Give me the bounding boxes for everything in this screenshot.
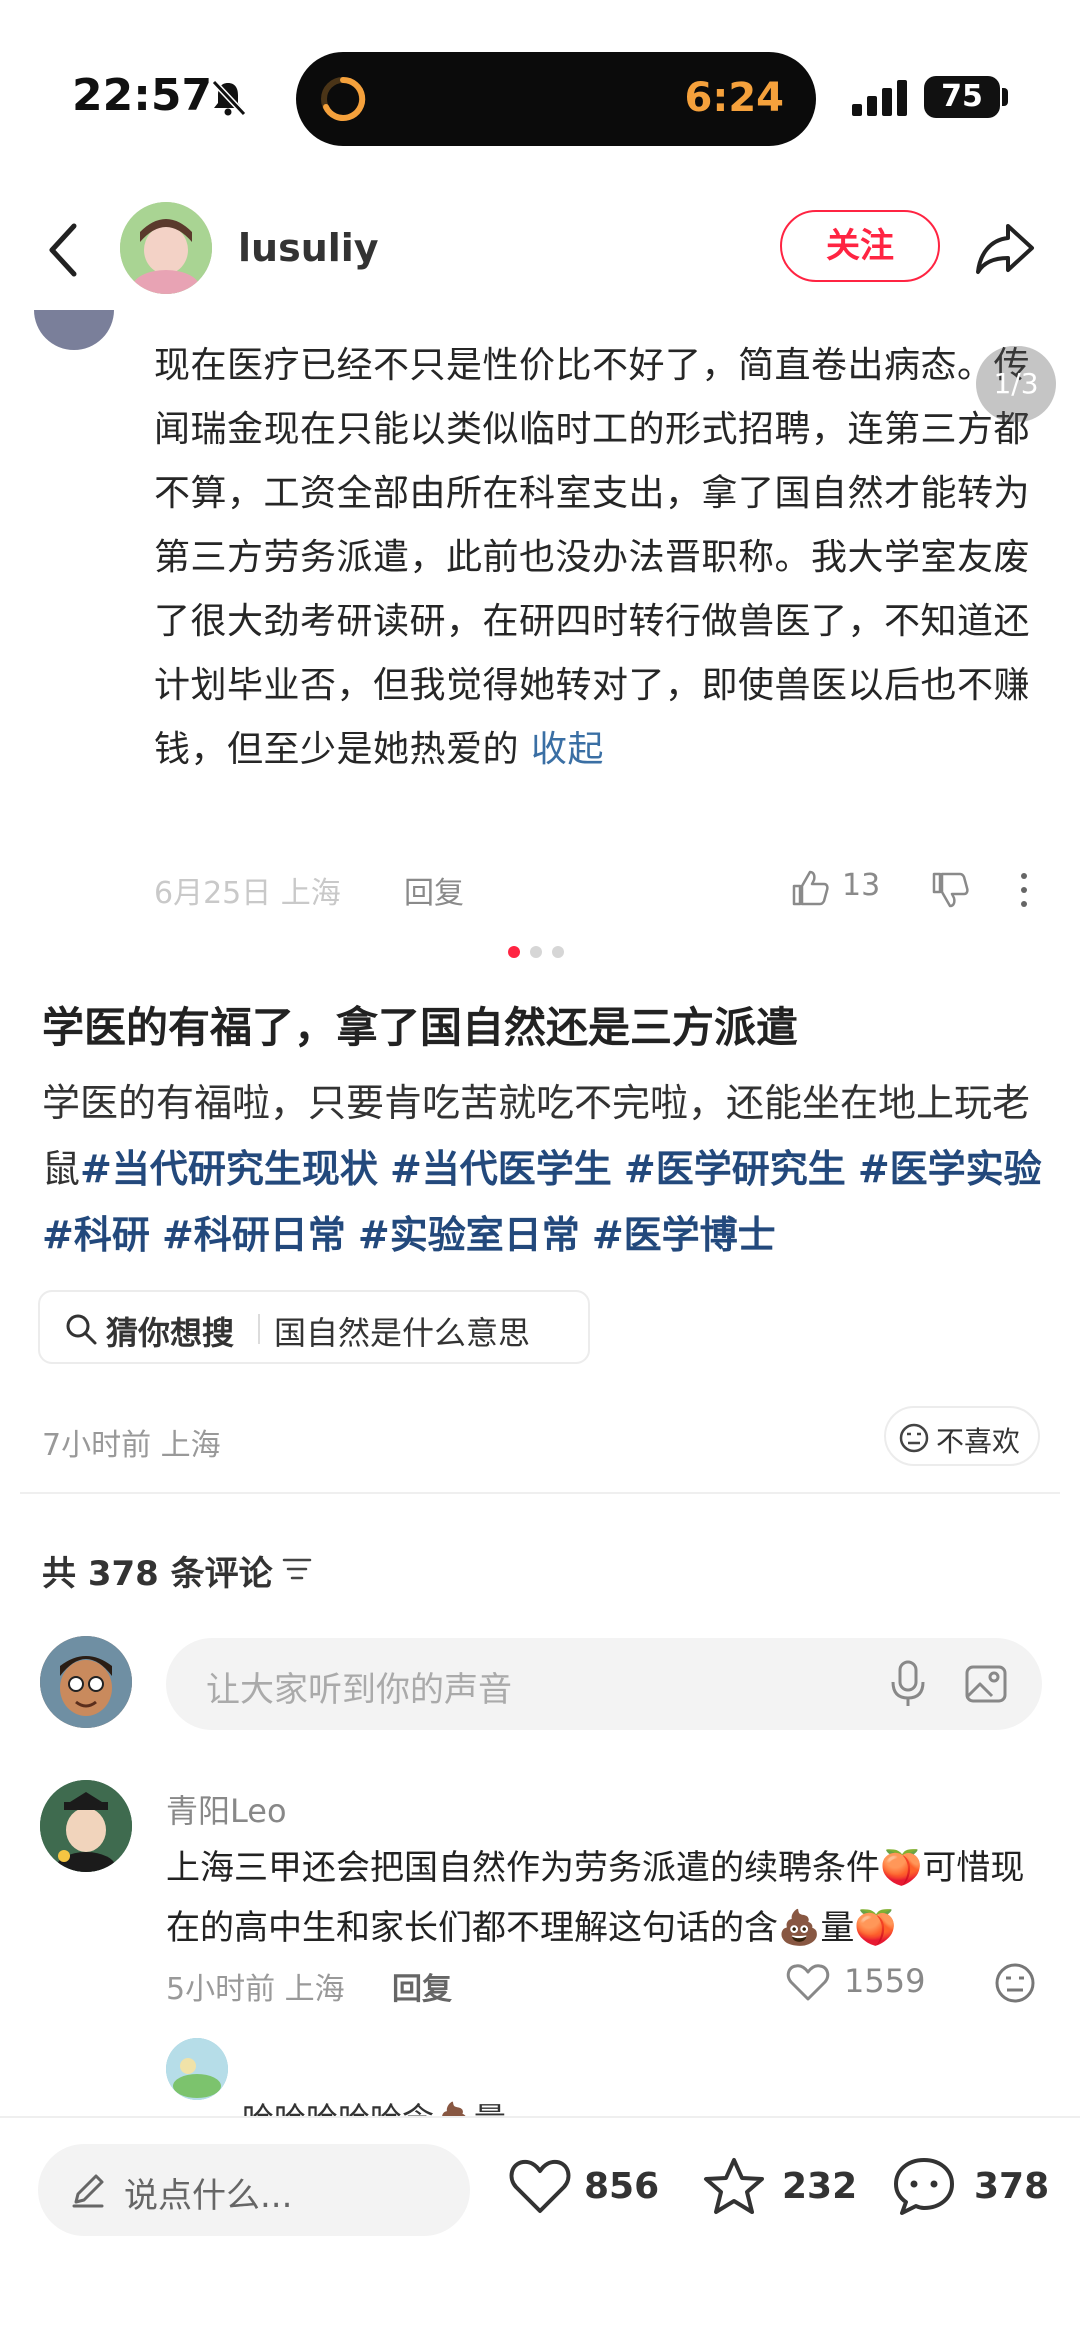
- dislike-label: 不喜欢: [936, 1425, 1021, 1458]
- image-comment-date: 6月25日 上海: [154, 876, 341, 911]
- image-comment-body: 现在医疗已经不只是性价比不好了，简直卷出病态。传闻瑞金现在只能以类似临时工的形式…: [154, 345, 1031, 770]
- status-time: 22:57: [72, 70, 213, 121]
- my-avatar: [40, 1636, 132, 1728]
- author-avatar[interactable]: [120, 202, 212, 294]
- collect-button[interactable]: 232: [702, 2148, 857, 2228]
- battery-tip: [1002, 88, 1008, 106]
- comment-button[interactable]: 378: [892, 2148, 1062, 2228]
- comment-text-part: 量: [820, 1908, 855, 1948]
- image-comment-like-count: 13: [842, 868, 881, 903]
- comment-count-header: 共 378 条评论: [42, 1554, 273, 1594]
- carousel-pagination: [500, 946, 580, 962]
- like-count: 856: [584, 2166, 660, 2207]
- hashtag[interactable]: #实验室日常: [358, 1213, 580, 1257]
- collect-count: 232: [782, 2166, 858, 2207]
- follow-button[interactable]: 关注: [780, 210, 940, 282]
- hashtag[interactable]: #当代研究生现状: [80, 1147, 378, 1191]
- image-counter: 1/3: [976, 346, 1056, 422]
- suggestion-label: 猜你想搜: [106, 1314, 235, 1352]
- peach-emoji-icon: 🍑: [854, 1908, 897, 1948]
- author-name[interactable]: lusuliy: [238, 226, 379, 270]
- say-something-input[interactable]: 说点什么...: [38, 2144, 470, 2236]
- note-time-location: 7小时前 上海: [42, 1428, 221, 1463]
- thumbs-down-icon: [932, 872, 969, 908]
- peach-emoji-icon: 🍑: [880, 1848, 923, 1888]
- hashtag[interactable]: #医学研究生: [624, 1147, 846, 1191]
- hashtag[interactable]: #医学博士: [592, 1213, 776, 1257]
- neutral-face-icon[interactable]: [994, 1962, 1036, 2004]
- comment-time-location: 5小时前 上海: [166, 1972, 345, 2007]
- comment-input[interactable]: 让大家听到你的声音: [166, 1638, 1042, 1730]
- note-image-carousel[interactable]: 现在医疗已经不只是性价比不好了，简直卷出病态。传闻瑞金现在只能以类似临时工的形式…: [0, 310, 1080, 930]
- microphone-icon[interactable]: [888, 1660, 928, 1708]
- note-body: 学医的有福啦，只要肯吃苦就吃不完啦，还能坐在地上玩老鼠#当代研究生现状 #当代医…: [42, 1070, 1042, 1268]
- back-arrow-icon[interactable]: [44, 220, 84, 280]
- reply-avatar-image: [166, 2038, 228, 2100]
- sort-filter-icon[interactable]: [282, 1556, 312, 1582]
- hashtag[interactable]: #当代医学生: [390, 1147, 612, 1191]
- heart-icon: [509, 2159, 571, 2213]
- comment-input-placeholder: 让大家听到你的声音: [206, 1670, 512, 1710]
- pagination-dot-active: [508, 946, 520, 958]
- say-placeholder: 说点什么...: [124, 2176, 293, 2216]
- reply-avatar[interactable]: [166, 2038, 228, 2100]
- search-suggestion-chip[interactable]: 猜你想搜 国自然是什么意思: [38, 1290, 590, 1364]
- hashtag[interactable]: #科研: [42, 1213, 150, 1257]
- image-comment-text: 现在医疗已经不只是性价比不好了，简直卷出病态。传闻瑞金现在只能以类似临时工的形式…: [154, 334, 1034, 782]
- pagination-dot: [530, 946, 542, 958]
- hashtag[interactable]: #科研日常: [162, 1213, 346, 1257]
- dynamic-island: 6:24: [296, 52, 816, 146]
- comment-avatar-image: [40, 1780, 132, 1872]
- author-avatar-image: [120, 202, 212, 294]
- signal-icon: [852, 80, 907, 116]
- neutral-face-icon: [899, 1423, 929, 1453]
- commenter-avatar: [34, 310, 114, 350]
- image-icon[interactable]: [964, 1662, 1008, 1706]
- note-header: lusuliy 关注: [0, 190, 1080, 310]
- comment-like-count: 1559: [844, 1962, 926, 2000]
- comment-author-name[interactable]: 青阳Leo: [166, 1786, 287, 1832]
- bottom-action-bar: 说点什么... 856 232 378: [0, 2116, 1080, 2345]
- pagination-dot: [552, 946, 564, 958]
- bell-muted-icon: [211, 79, 247, 117]
- comment-avatar[interactable]: [40, 1780, 132, 1872]
- my-avatar-image: [40, 1636, 132, 1728]
- note-title: 学医的有福了，拿了国自然还是三方派遣: [42, 1003, 799, 1052]
- section-divider: [20, 1492, 1060, 1494]
- timer-icon: [321, 76, 366, 121]
- comment-reply-button[interactable]: 回复: [392, 1964, 452, 2008]
- more-dots-icon: [1021, 873, 1027, 907]
- comment-text-part: 上海三甲还会把国自然作为劳务派遣的续聘条件: [166, 1848, 880, 1888]
- hashtag[interactable]: #医学实验: [858, 1147, 1042, 1191]
- suggestion-query: 国自然是什么意思: [274, 1314, 531, 1352]
- dislike-button[interactable]: 不喜欢: [884, 1406, 1040, 1466]
- image-comment-reply: 回复: [404, 876, 464, 911]
- collapse-link: 收起: [530, 729, 604, 770]
- poop-emoji-icon: 💩: [778, 1908, 821, 1948]
- status-bar: 22:57 6:24 75: [0, 0, 1080, 190]
- chat-bubble-icon: [894, 2158, 954, 2215]
- like-button[interactable]: 856: [508, 2148, 660, 2228]
- heart-icon[interactable]: [786, 1962, 830, 2002]
- share-icon[interactable]: [974, 220, 1036, 276]
- search-icon: [66, 1314, 97, 1345]
- island-timer-text: 6:24: [684, 75, 785, 121]
- pencil-icon: [72, 2174, 104, 2208]
- battery-indicator: 75: [924, 76, 1000, 118]
- comment-count: 378: [974, 2166, 1050, 2207]
- star-icon: [704, 2158, 764, 2214]
- thumbs-up-icon: [792, 870, 829, 906]
- suggestion-divider: [258, 1314, 260, 1344]
- comment-text: 上海三甲还会把国自然作为劳务派遣的续聘条件🍑可惜现在的高中生和家长们都不理解这句…: [166, 1838, 1046, 1958]
